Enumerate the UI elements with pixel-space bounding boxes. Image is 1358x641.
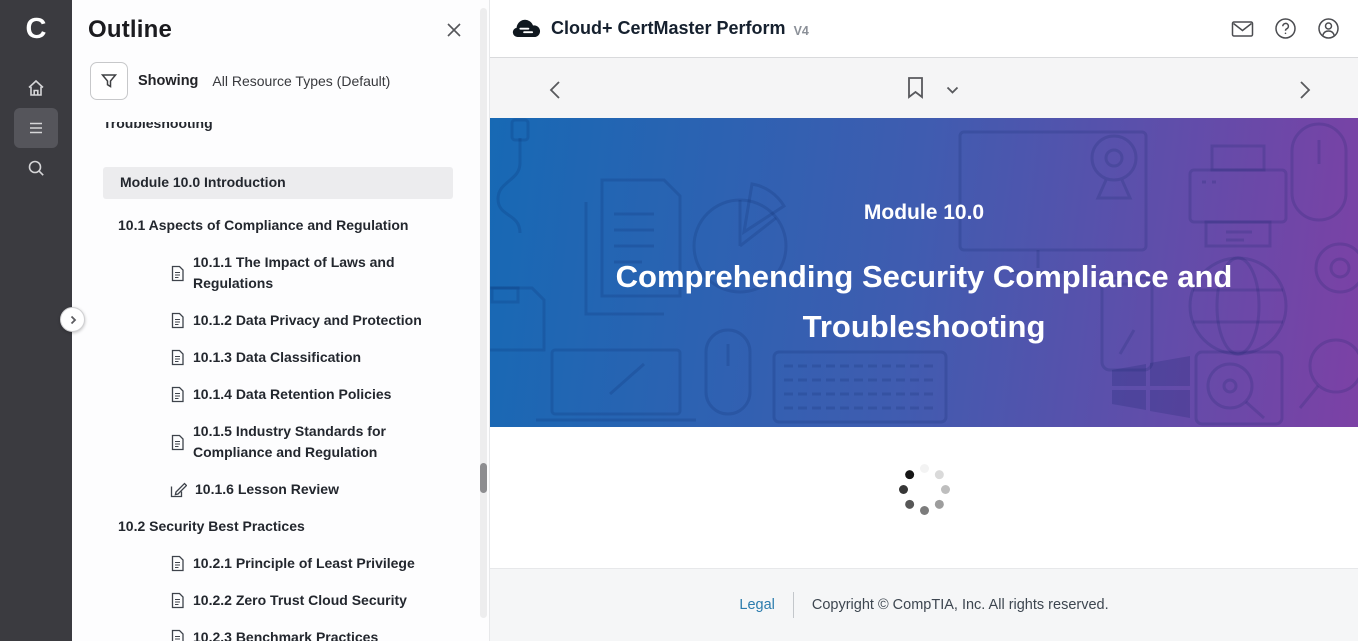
rail-nav	[14, 68, 58, 188]
copyright-text: Copyright © CompTIA, Inc. All rights res…	[812, 597, 1109, 613]
outline-item-label: 10.1.6 Lesson Review	[195, 479, 339, 500]
outline-panel: Outline Showing All Resource Types (Defa…	[72, 0, 490, 641]
home-icon	[26, 78, 46, 98]
next-page-button[interactable]	[1294, 76, 1316, 104]
app-title: Cloud+ CertMaster Perform	[551, 18, 786, 39]
outline-item-label: Troubleshooting	[103, 122, 213, 134]
question-circle-icon	[1274, 17, 1297, 40]
bookmark-icon	[906, 76, 925, 100]
close-icon	[445, 21, 463, 39]
home-button[interactable]	[14, 68, 58, 108]
outline-item-label: 10.1 Aspects of Compliance and Regulatio…	[118, 215, 408, 236]
main-area: Cloud+ CertMaster Perform V4	[490, 0, 1358, 641]
outline-item[interactable]: 10.2 Security Best Practices	[118, 516, 453, 537]
filter-value: All Resource Types (Default)	[212, 73, 390, 89]
messages-button[interactable]	[1231, 20, 1254, 38]
lesson-toolbar	[490, 58, 1358, 118]
module-number-label: Module 10.0	[864, 201, 984, 225]
chevron-down-icon	[946, 86, 959, 95]
filter-row: Showing All Resource Types (Default)	[90, 62, 489, 100]
outline-item-label: 10.2.1 Principle of Least Privilege	[193, 553, 415, 574]
comptia-logo[interactable]: C	[26, 8, 47, 50]
expand-panel-button[interactable]	[60, 307, 85, 332]
bookmark-menu-button[interactable]	[942, 82, 963, 99]
menu-icon	[26, 118, 46, 138]
outline-scrollbar-thumb[interactable]	[480, 463, 487, 493]
document-icon	[170, 629, 185, 641]
outline-item[interactable]: 10.1 Aspects of Compliance and Regulatio…	[118, 215, 453, 236]
outline-item-label: 10.1.1 The Impact of Laws and Regulation…	[193, 252, 443, 294]
filter-funnel-icon	[100, 72, 118, 90]
close-outline-button[interactable]	[443, 19, 465, 41]
outline-item-label: 10.2 Security Best Practices	[118, 516, 305, 537]
showing-label: Showing	[138, 73, 198, 89]
footer-divider	[793, 592, 794, 618]
chevron-right-icon	[68, 315, 78, 325]
outline-item[interactable]: 10.1.6 Lesson Review	[170, 479, 453, 500]
document-icon	[170, 434, 185, 451]
outline-list: Troubleshooting Module 10.0 Introduction 1…	[72, 122, 489, 641]
outline-item[interactable]: 10.2.1 Principle of Least Privilege	[170, 553, 453, 574]
hero-text: Module 10.0 Comprehending Security Compl…	[490, 118, 1358, 427]
module-hero-banner: Module 10.0 Comprehending Security Compl…	[490, 118, 1358, 427]
outline-item[interactable]: 10.1.1 The Impact of Laws and Regulation…	[170, 252, 453, 294]
edit-icon	[170, 482, 187, 498]
account-button[interactable]	[1317, 17, 1340, 40]
outline-item-label: 10.1.5 Industry Standards for Compliance…	[193, 421, 443, 463]
footer: Legal Copyright © CompTIA, Inc. All righ…	[490, 568, 1358, 641]
document-icon	[170, 349, 185, 366]
outline-item[interactable]: 10.2.2 Zero Trust Cloud Security	[170, 590, 453, 611]
app-root: C Outline Showing	[0, 0, 1358, 641]
outline-item-label: 10.1.4 Data Retention Policies	[193, 384, 391, 405]
help-button[interactable]	[1274, 17, 1297, 40]
app-version-badge: V4	[794, 24, 809, 38]
lesson-content-loading	[490, 427, 1358, 568]
document-icon	[170, 386, 185, 403]
chevron-left-icon	[548, 80, 562, 100]
filter-button[interactable]	[90, 62, 128, 100]
outline-item-label: 10.2.3 Benchmark Practices	[193, 627, 378, 641]
document-icon	[170, 592, 185, 609]
outline-item[interactable]: 10.1.2 Data Privacy and Protection	[170, 310, 453, 331]
cloud-plus-icon	[511, 18, 541, 40]
outline-item[interactable]: 10.2.3 Benchmark Practices	[170, 627, 453, 641]
module-title: Comprehending Security Compliance and Tr…	[574, 252, 1274, 352]
user-circle-icon	[1317, 17, 1340, 40]
document-icon	[170, 265, 185, 282]
outline-item-label: 10.1.3 Data Classification	[193, 347, 361, 368]
bookmark-button[interactable]	[902, 72, 929, 104]
document-icon	[170, 555, 185, 572]
outline-panel-title: Outline	[88, 16, 172, 44]
outline-item[interactable]: 10.1.5 Industry Standards for Compliance…	[170, 421, 453, 463]
main-header: Cloud+ CertMaster Perform V4	[490, 0, 1358, 58]
outline-item-label: 10.1.2 Data Privacy and Protection	[193, 310, 422, 331]
search-button[interactable]	[14, 148, 58, 188]
outline-item-label: 10.2.2 Zero Trust Cloud Security	[193, 590, 407, 611]
outline-item[interactable]: Module 10.0 Introduction	[103, 167, 453, 199]
search-icon	[26, 158, 46, 178]
legal-link[interactable]: Legal	[739, 597, 774, 613]
outline-header: Outline	[72, 0, 489, 44]
outline-menu-button[interactable]	[14, 108, 58, 148]
outline-item[interactable]: Troubleshooting	[103, 122, 453, 134]
chevron-right-icon	[1298, 80, 1312, 100]
envelope-icon	[1231, 20, 1254, 38]
document-icon	[170, 312, 185, 329]
header-actions	[1231, 17, 1340, 40]
outline-item[interactable]: 10.1.4 Data Retention Policies	[170, 384, 453, 405]
outline-item[interactable]: 10.1.3 Data Classification	[170, 347, 453, 368]
outline-item-label: Module 10.0 Introduction	[120, 172, 286, 193]
previous-page-button[interactable]	[544, 76, 566, 104]
outline-scrollbar-track[interactable]	[480, 8, 487, 618]
left-rail: C	[0, 0, 72, 641]
